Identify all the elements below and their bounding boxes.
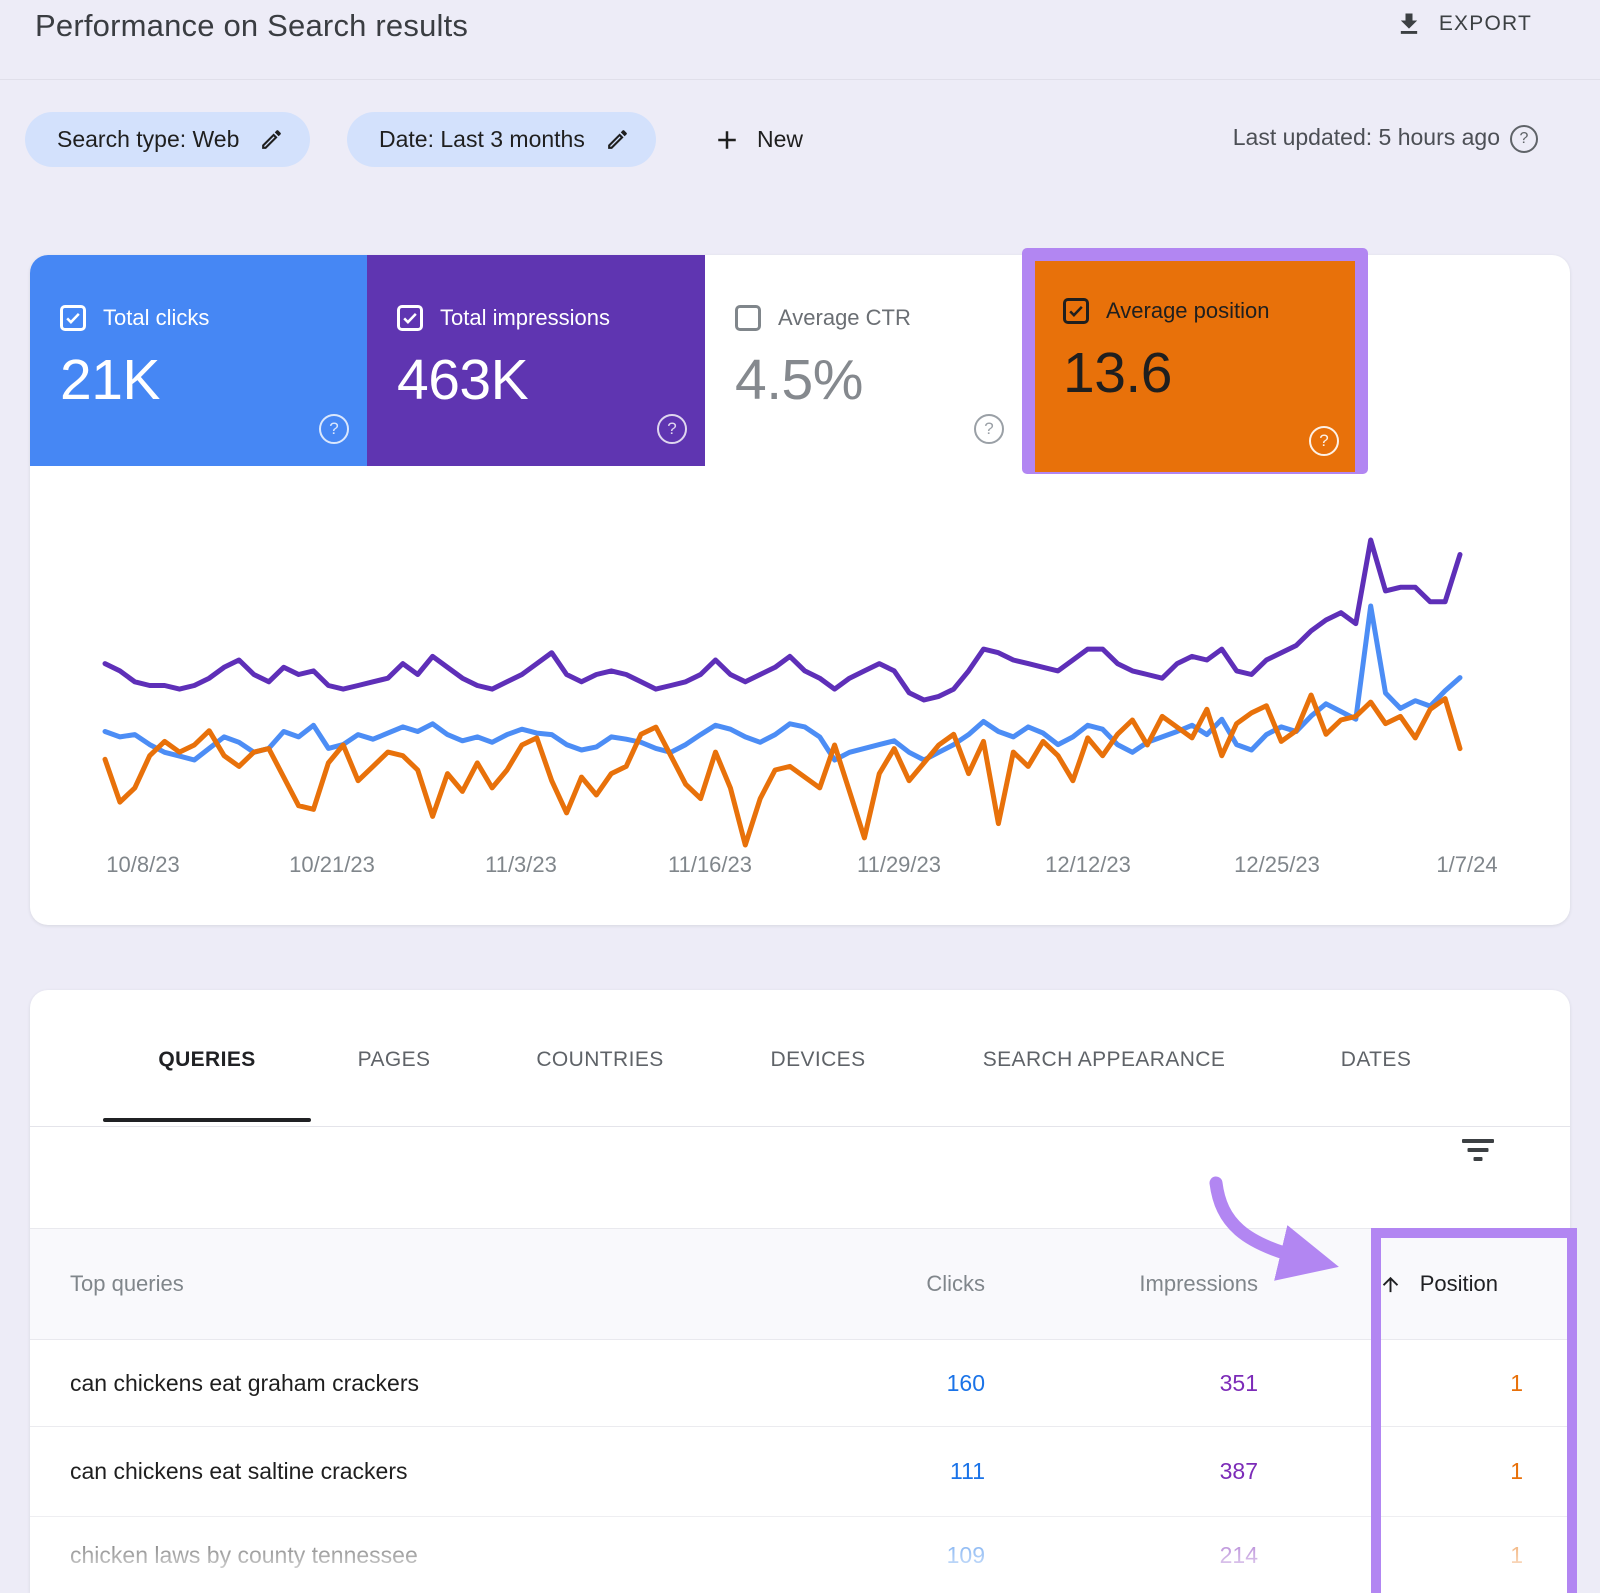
export-button[interactable]: EXPORT xyxy=(1395,10,1532,38)
metric-label: Total impressions xyxy=(440,305,610,331)
filter-rows-icon[interactable] xyxy=(1462,1139,1494,1163)
help-icon[interactable] xyxy=(1510,125,1538,153)
help-icon[interactable] xyxy=(657,414,687,444)
query-cell: can chickens eat graham crackers xyxy=(70,1340,419,1426)
checked-checkbox-icon[interactable] xyxy=(397,305,423,331)
average-position-highlight: Average position 13.6 xyxy=(1022,248,1368,474)
column-header-top-queries[interactable]: Top queries xyxy=(70,1229,184,1339)
metric-label: Total clicks xyxy=(103,305,209,331)
plus-icon xyxy=(712,125,742,155)
search-type-chip-label: Search type: Web xyxy=(57,126,239,153)
query-cell: chicken laws by county tennessee xyxy=(70,1517,418,1593)
new-filter-label: New xyxy=(757,126,803,153)
chart-series-average-position xyxy=(105,695,1460,845)
page-title: Performance on Search results xyxy=(35,8,468,44)
table-row[interactable]: can chickens eat graham crackers 160 351… xyxy=(30,1340,1570,1427)
x-axis-tick: 1/7/24 xyxy=(1436,852,1497,878)
clicks-cell: 111 xyxy=(950,1427,985,1516)
x-axis-tick: 11/3/23 xyxy=(485,852,557,878)
average-ctr-card[interactable]: Average CTR 4.5% xyxy=(705,255,1022,466)
x-axis-tick: 11/16/23 xyxy=(668,852,752,878)
position-cell: 1 xyxy=(1510,1340,1523,1426)
help-icon[interactable] xyxy=(319,414,349,444)
clicks-cell: 109 xyxy=(947,1517,985,1593)
edit-pencil-icon xyxy=(259,127,284,152)
x-axis-tick: 10/8/23 xyxy=(106,852,179,878)
last-updated-text: Last updated: 5 hours ago xyxy=(1233,124,1500,151)
tab-dates[interactable]: DATES xyxy=(1341,1048,1411,1072)
search-type-chip[interactable]: Search type: Web xyxy=(25,112,310,167)
x-axis-tick: 12/25/23 xyxy=(1234,852,1320,878)
unchecked-checkbox-icon[interactable] xyxy=(735,305,761,331)
column-header-position-label: Position xyxy=(1420,1271,1498,1297)
checked-checkbox-icon[interactable] xyxy=(1063,298,1089,324)
active-tab-underline xyxy=(103,1118,311,1122)
table-header-row: Top queries Clicks Impressions Position xyxy=(30,1228,1570,1340)
edit-pencil-icon xyxy=(605,127,630,152)
query-cell: can chickens eat saltine crackers xyxy=(70,1427,408,1516)
total-impressions-card[interactable]: Total impressions 463K xyxy=(367,255,705,466)
help-icon[interactable] xyxy=(1309,426,1339,456)
x-axis-tick: 11/29/23 xyxy=(857,852,941,878)
tab-devices[interactable]: DEVICES xyxy=(771,1048,866,1072)
tabs-divider xyxy=(30,1126,1570,1127)
new-filter-button[interactable]: New xyxy=(712,112,803,167)
table-row[interactable]: chicken laws by county tennessee 109 214… xyxy=(30,1517,1570,1593)
date-range-chip-label: Date: Last 3 months xyxy=(379,126,585,153)
tab-countries[interactable]: COUNTRIES xyxy=(536,1048,663,1072)
x-axis-tick: 12/12/23 xyxy=(1045,852,1131,878)
chart-series-total-clicks xyxy=(105,606,1460,760)
table-row[interactable]: can chickens eat saltine crackers 111 38… xyxy=(30,1427,1570,1517)
impressions-cell: 387 xyxy=(1220,1427,1258,1516)
metric-label: Average position xyxy=(1106,298,1270,324)
impressions-cell: 214 xyxy=(1220,1517,1258,1593)
total-clicks-card[interactable]: Total clicks 21K xyxy=(30,255,367,466)
metric-value: 13.6 xyxy=(1063,340,1172,406)
metric-label: Average CTR xyxy=(778,305,911,331)
tab-search-appearance[interactable]: SEARCH APPEARANCE xyxy=(983,1048,1226,1072)
checked-checkbox-icon[interactable] xyxy=(60,305,86,331)
sort-ascending-arrow-icon xyxy=(1379,1273,1402,1296)
date-range-chip[interactable]: Date: Last 3 months xyxy=(347,112,656,167)
metric-value: 21K xyxy=(60,347,160,413)
search-console-performance-page: Performance on Search results EXPORT Sea… xyxy=(0,0,1600,1593)
export-label: EXPORT xyxy=(1439,12,1532,36)
column-header-clicks[interactable]: Clicks xyxy=(926,1229,985,1339)
impressions-cell: 351 xyxy=(1220,1340,1258,1426)
average-position-card[interactable]: Average position 13.6 xyxy=(1035,261,1355,472)
position-cell: 1 xyxy=(1510,1517,1523,1593)
column-header-position[interactable]: Position xyxy=(1379,1229,1498,1339)
tab-queries[interactable]: QUERIES xyxy=(158,1048,255,1072)
clicks-cell: 160 xyxy=(947,1340,985,1426)
x-axis-tick: 10/21/23 xyxy=(289,852,375,878)
metric-value: 463K xyxy=(397,347,528,413)
help-icon[interactable] xyxy=(974,414,1004,444)
chart-series-total-impressions xyxy=(105,540,1460,700)
column-header-impressions[interactable]: Impressions xyxy=(1139,1229,1258,1339)
position-cell: 1 xyxy=(1510,1427,1523,1516)
header-divider xyxy=(0,79,1600,80)
download-icon xyxy=(1395,10,1423,38)
performance-line-chart[interactable] xyxy=(100,495,1465,865)
tab-pages[interactable]: PAGES xyxy=(358,1048,431,1072)
metric-value: 4.5% xyxy=(735,347,863,413)
